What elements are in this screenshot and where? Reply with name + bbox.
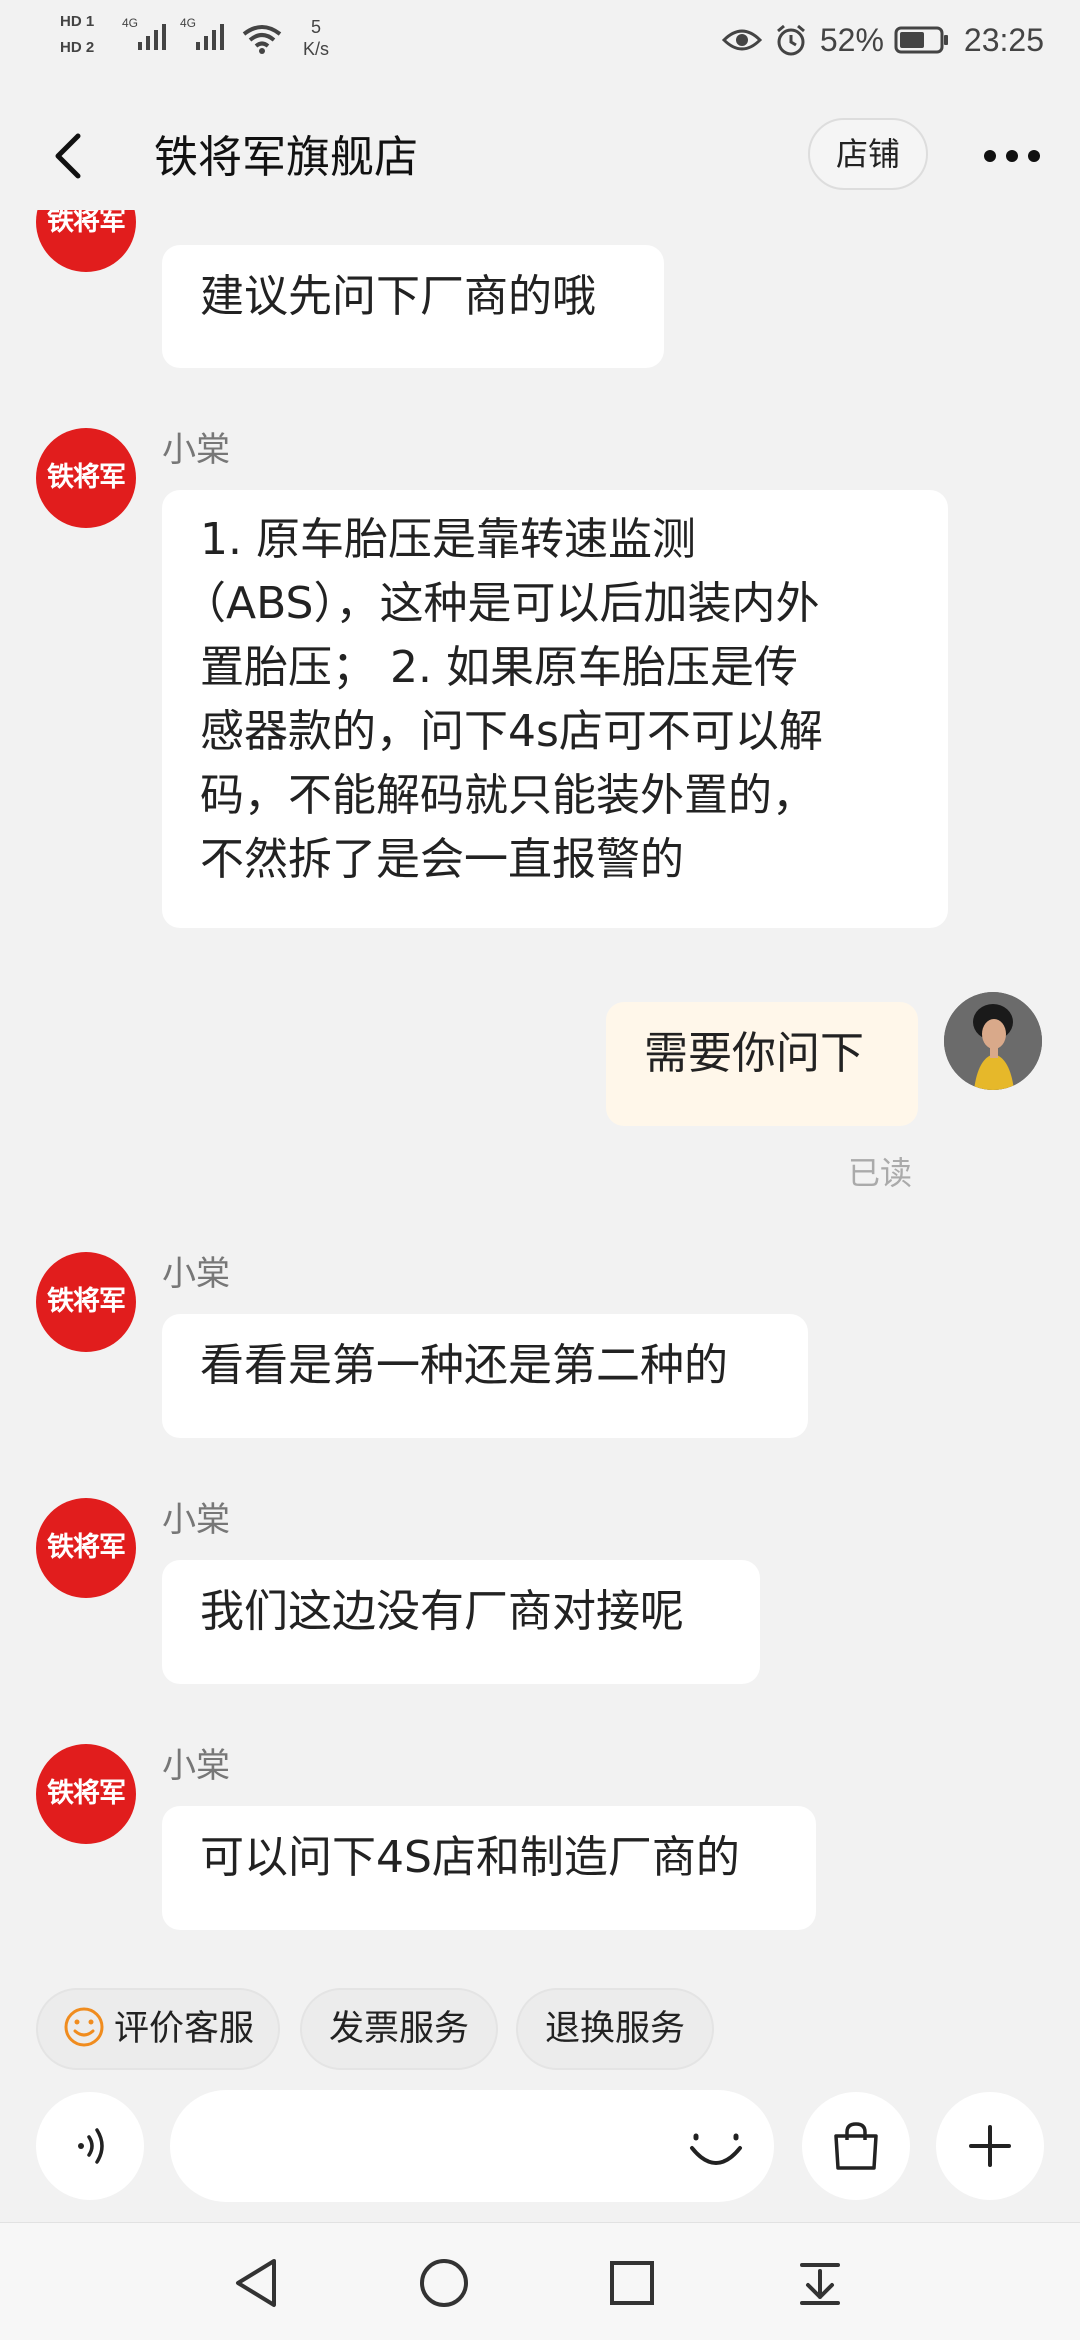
back-arrow-icon	[55, 133, 81, 179]
more-icon	[984, 150, 1040, 162]
message-line: 不然拆了是会一直报警的	[200, 834, 684, 885]
plus-button[interactable]	[936, 2092, 1044, 2200]
eye-icon	[721, 29, 762, 51]
nav-recents-icon	[610, 2261, 654, 2305]
shop-avatar[interactable]: 铁将军	[36, 1498, 136, 1598]
message-bubble[interactable]: 看看是第一种还是第二种的	[162, 1314, 808, 1438]
message-input[interactable]	[170, 2090, 774, 2202]
message-line: 码，不能解码就只能装外置的，	[200, 770, 816, 821]
smile-icon	[64, 2007, 104, 2047]
nav-back-icon	[236, 2259, 276, 2307]
message-line: 1. 原车胎压是靠转速监测	[200, 514, 696, 565]
sim2-network-label: 4G	[180, 16, 197, 30]
nav-notification-button[interactable]	[790, 2253, 850, 2313]
nav-back-button[interactable]	[226, 2253, 286, 2313]
hd-badges: HD 1 HD 2	[60, 12, 112, 64]
message-bubble[interactable]: 我们这边没有厂商对接呢	[162, 1560, 760, 1684]
shop-avatar[interactable]: 铁将军	[36, 210, 136, 272]
status-right: 52% 23:25	[721, 18, 1044, 62]
battery-percent: 52%	[819, 21, 884, 58]
message-bubble[interactable]: 可以问下4S店和制造厂商的	[162, 1806, 816, 1930]
back-button[interactable]	[46, 126, 96, 186]
net-speed-unit: K/s	[302, 39, 329, 59]
page-title: 铁将军旗舰店	[154, 132, 418, 183]
chat-area[interactable]: 铁将军 建议先问下厂商的哦 铁将军 小棠 1. 原车胎压是靠转速监测 （ABS）…	[0, 210, 1080, 1960]
more-button[interactable]	[980, 136, 1050, 176]
message-bubble[interactable]: 建议先问下厂商的哦	[162, 245, 664, 368]
rate-service-button[interactable]: 评价客服	[36, 1988, 280, 2070]
voice-button[interactable]	[36, 2092, 144, 2200]
shop-button[interactable]: 店铺	[808, 118, 928, 190]
message-line: 置胎压； 2. 如果原车胎压是传	[200, 642, 798, 693]
quick-actions: 评价客服 发票服务 退换服务	[0, 1960, 1080, 2070]
net-speed-value: 5	[310, 17, 321, 37]
plus-icon	[969, 2125, 1011, 2167]
nav-home-icon	[420, 2259, 468, 2307]
nav-notification-icon	[800, 2263, 840, 2305]
nav-recents-button[interactable]	[602, 2253, 662, 2313]
hd2-badge: HD 2	[60, 39, 95, 56]
return-service-button[interactable]: 退换服务	[516, 1988, 714, 2070]
battery-icon	[894, 26, 948, 54]
clock: 23:25	[963, 21, 1044, 58]
navigation-bar	[0, 2222, 1080, 2340]
read-status: 已读	[848, 1154, 913, 1192]
rate-service-label: 评价客服	[113, 2009, 254, 2049]
alarm-icon	[776, 24, 805, 56]
hd1-badge: HD 1	[60, 13, 95, 30]
net-speed: 5 K/s	[296, 16, 336, 60]
shop-avatar[interactable]: 铁将军	[36, 1252, 136, 1352]
user-avatar-image	[944, 992, 1042, 1090]
sender-name: 小棠	[162, 1746, 230, 1786]
shopping-bag-icon	[834, 2122, 878, 2170]
sender-name: 小棠	[162, 1500, 230, 1540]
sim1-network-label: 4G	[122, 16, 139, 30]
shop-avatar[interactable]: 铁将军	[36, 1744, 136, 1844]
sender-name: 小棠	[162, 1254, 230, 1294]
message-line: （ABS），这种是可以后加装内外	[182, 578, 820, 629]
wifi-icon	[242, 25, 282, 54]
voice-icon	[78, 2128, 104, 2164]
input-bar	[0, 2080, 1080, 2210]
message-line: 感器款的，问下4s店可不可以解	[200, 706, 823, 757]
sender-name: 小棠	[162, 430, 230, 470]
chat-header: 铁将军旗舰店 店铺	[0, 100, 1080, 210]
shop-avatar[interactable]: 铁将军	[36, 428, 136, 528]
nav-home-button[interactable]	[414, 2253, 474, 2313]
invoice-service-button[interactable]: 发票服务	[300, 1988, 498, 2070]
shopping-bag-button[interactable]	[802, 2092, 910, 2200]
user-avatar[interactable]	[944, 992, 1042, 1090]
emoji-icon[interactable]	[686, 2116, 746, 2176]
status-bar: HD 1 HD 2 4G 4G 5 K/s 52% 23:25	[0, 0, 1080, 80]
message-bubble[interactable]: 1. 原车胎压是靠转速监测 （ABS），这种是可以后加装内外 置胎压； 2. 如…	[162, 490, 948, 928]
my-message-bubble[interactable]: 需要你问下	[606, 1002, 918, 1126]
